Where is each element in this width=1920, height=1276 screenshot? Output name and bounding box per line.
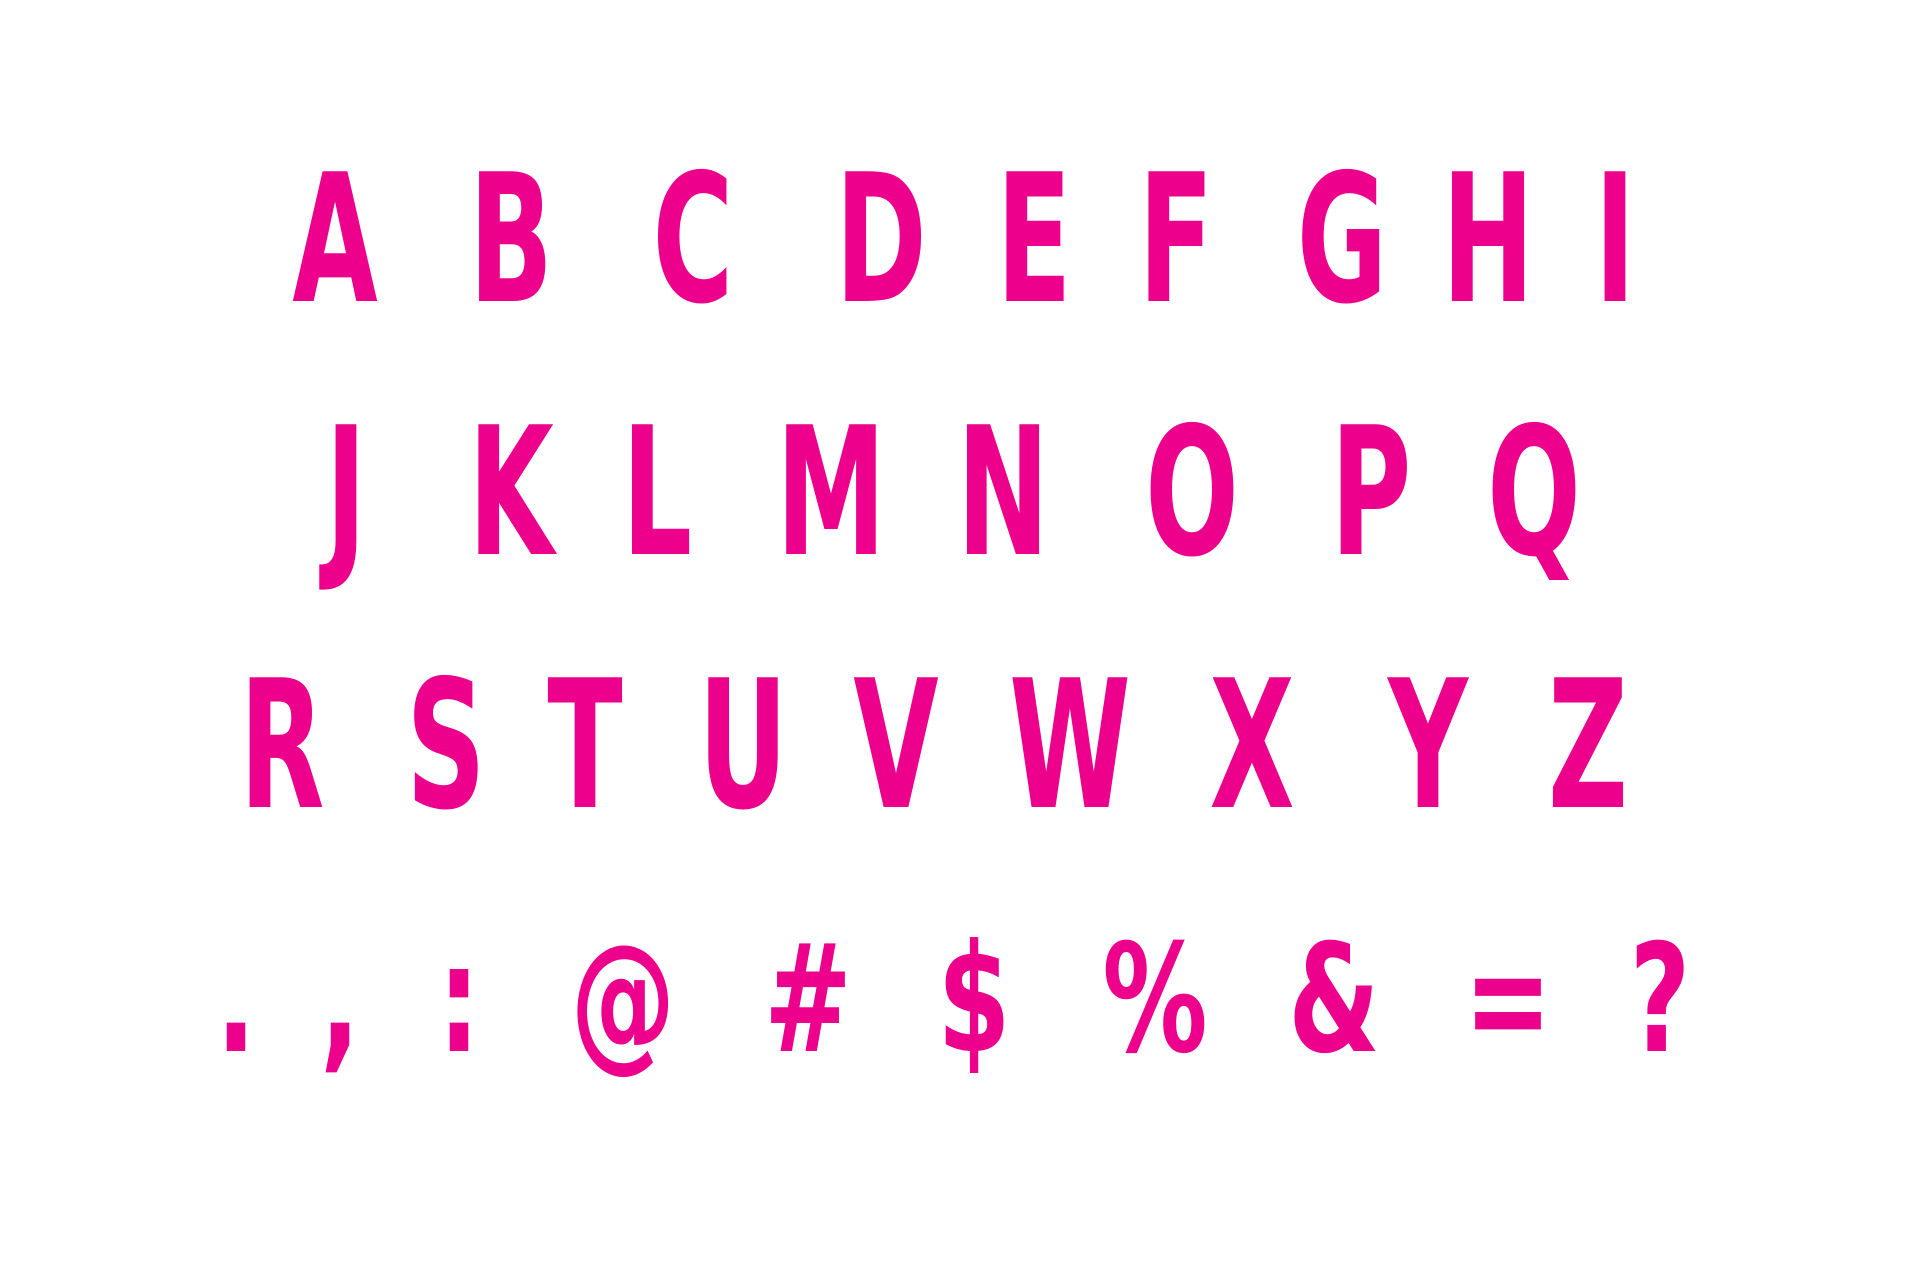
glyph-percent: % xyxy=(1102,913,1208,1087)
glyph-v: V xyxy=(853,642,939,849)
glyph-j: J xyxy=(325,389,367,596)
glyph-r: R xyxy=(239,642,325,849)
glyph-n: N xyxy=(956,389,1050,596)
glyph-l: L xyxy=(621,389,693,596)
glyph-s: S xyxy=(406,642,486,849)
glyph-f: F xyxy=(1138,136,1214,343)
glyph-k: K xyxy=(468,389,554,596)
glyph-m: M xyxy=(776,389,886,596)
glyph-w: W xyxy=(1009,642,1131,849)
glyph-a: A xyxy=(292,136,378,343)
glyph-equals: = xyxy=(1464,913,1552,1087)
glyph-period: . xyxy=(216,913,256,1087)
glyph-at-sign: @ xyxy=(570,913,676,1087)
glyph-row-r-to-z: R S T U V W X Y Z xyxy=(0,642,1920,849)
glyph-o: O xyxy=(1145,389,1239,596)
glyph-b: B xyxy=(468,136,554,343)
glyph-y: Y xyxy=(1388,642,1468,849)
glyph-i: I xyxy=(1594,136,1636,343)
glyph-comma: , xyxy=(320,913,360,1087)
glyph-question-mark: ? xyxy=(1629,913,1691,1087)
glyph-d: D xyxy=(835,136,927,343)
glyph-g: G xyxy=(1296,136,1388,343)
glyph-t: T xyxy=(547,642,623,849)
glyph-h: H xyxy=(1441,136,1535,343)
glyph-e: E xyxy=(996,136,1072,343)
glyph-z: Z xyxy=(1547,642,1629,849)
glyph-colon: : xyxy=(438,913,480,1087)
glyph-ampersand: & xyxy=(1288,913,1380,1087)
glyph-q: Q xyxy=(1487,389,1581,596)
glyph-u: U xyxy=(698,642,788,849)
glyph-c: C xyxy=(652,136,734,343)
glyph-row-j-to-q: J K L M N O P Q xyxy=(0,389,1920,596)
glyph-row-a-to-i: A B C D E F G H I xyxy=(0,136,1920,343)
font-specimen-sheet: A B C D E F G H I J K L M N O P Q R S T … xyxy=(0,0,1920,1276)
glyph-row-punctuation: . , : @ # $ % & = ? xyxy=(0,920,1920,1080)
glyph-hash: # xyxy=(764,913,852,1087)
glyph-x: X xyxy=(1209,642,1295,849)
glyph-p: P xyxy=(1330,389,1412,596)
glyph-dollar: $ xyxy=(937,913,1011,1087)
